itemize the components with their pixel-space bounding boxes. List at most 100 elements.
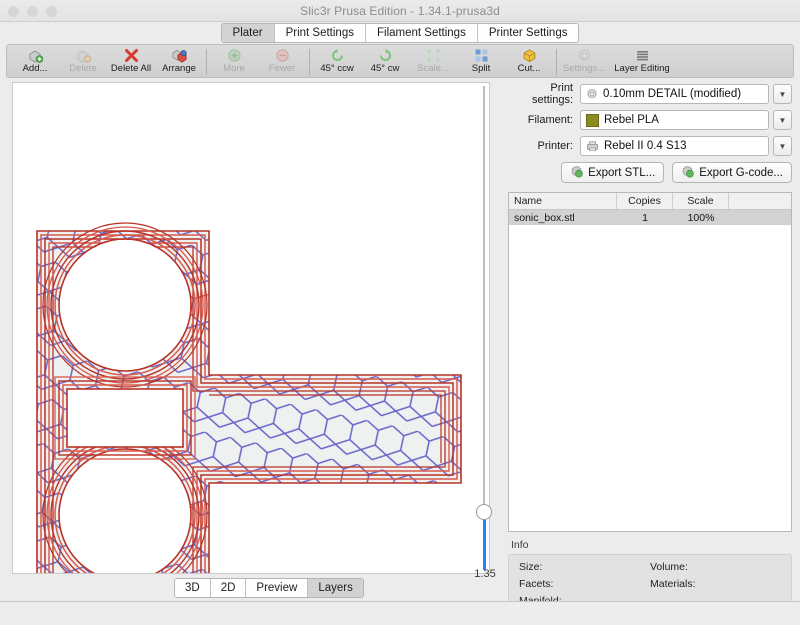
tab-print-settings[interactable]: Print Settings (275, 24, 366, 42)
layer-slider-handle[interactable] (476, 504, 492, 520)
plus-circle-icon (227, 48, 242, 63)
view-mode-tabs: 3D 2D Preview Layers (174, 578, 364, 598)
toolbar-split-button[interactable]: Split (457, 47, 505, 77)
toolbar-scale-button[interactable]: Scale... (409, 47, 457, 77)
toolbar-rotate-cw-label: 45° cw (371, 64, 400, 74)
column-header-name[interactable]: Name (509, 193, 617, 209)
column-header-scale[interactable]: Scale (673, 193, 729, 209)
tab-filament-settings[interactable]: Filament Settings (366, 24, 478, 42)
toolbar-fewer-label: Fewer (269, 64, 295, 74)
print-settings-row: Print settings: 0.10mm DETAIL (modified)… (508, 84, 792, 104)
plater-toolbar: Add... Delete Delete All (6, 44, 794, 78)
object-list[interactable]: Name Copies Scale sonic_box.stl 1 100% (508, 192, 792, 532)
toolbar-separator-1 (206, 49, 207, 75)
toolbar-add-label: Add... (23, 64, 48, 74)
export-stl-button[interactable]: Export STL... (561, 162, 664, 183)
export-stl-icon (570, 165, 583, 181)
close-button[interactable] (8, 6, 19, 17)
toolbar-cut-button[interactable]: Cut... (505, 47, 553, 77)
view-tab-layers[interactable]: Layers (308, 579, 363, 597)
printer-row: Printer: Rebel II 0.4 S13 ▼ (508, 136, 792, 156)
tab-printer-settings[interactable]: Printer Settings (478, 24, 579, 42)
minimize-button[interactable] (27, 6, 38, 17)
cut-icon (522, 48, 537, 63)
object-scale-cell: 100% (673, 210, 729, 225)
rotate-ccw-icon (330, 48, 345, 63)
gear-icon (577, 48, 592, 63)
info-volume-label: Volume: (650, 561, 781, 578)
toolbar-rotate-ccw-button[interactable]: 45° ccw (313, 47, 361, 77)
printer-combo[interactable]: Rebel II 0.4 S13 (580, 136, 769, 156)
filament-value: Rebel PLA (604, 114, 659, 126)
printer-value: Rebel II 0.4 S13 (604, 140, 686, 152)
export-gcode-label: Export G-code... (699, 167, 783, 179)
right-panel: Print settings: 0.10mm DETAIL (modified)… (508, 84, 792, 616)
info-materials-label: Materials: (650, 578, 781, 595)
toolbar-rotate-cw-button[interactable]: 45° cw (361, 47, 409, 77)
status-bar (0, 601, 800, 625)
layer-slider[interactable]: 1.35 (476, 86, 492, 556)
table-row[interactable]: sonic_box.stl 1 100% (509, 210, 791, 225)
info-size-label: Size: (519, 561, 650, 578)
delete-all-icon (124, 48, 139, 63)
delete-object-icon (76, 48, 91, 63)
layers-icon (635, 48, 650, 63)
zoom-button[interactable] (46, 6, 57, 17)
export-button-row: Export STL... Export G-code... (508, 162, 792, 183)
toolbar-cut-label: Cut... (518, 64, 541, 74)
object-copies-cell: 1 (617, 210, 673, 225)
main-tabstrip: Plater Print Settings Filament Settings … (0, 22, 800, 44)
rotate-cw-icon (378, 48, 393, 63)
hole-interiors (60, 240, 190, 573)
export-gcode-button[interactable]: Export G-code... (672, 162, 792, 183)
toolbar-separator-3 (556, 49, 557, 75)
toolbar-settings-label: Settings... (563, 64, 605, 74)
export-stl-label: Export STL... (588, 167, 655, 179)
gcode-toolpath-svg (13, 83, 489, 573)
print-settings-value: 0.10mm DETAIL (modified) (603, 88, 741, 100)
add-object-icon (28, 48, 43, 63)
filament-combo[interactable]: Rebel PLA (580, 110, 769, 130)
view-tab-3d[interactable]: 3D (175, 579, 211, 597)
toolbar-delete-all-button[interactable]: Delete All (107, 47, 155, 77)
toolbar-rotate-ccw-label: 45° ccw (320, 64, 353, 74)
layer-slider-track[interactable] (483, 86, 485, 526)
print-settings-label: Print settings: (508, 82, 580, 106)
toolbar-arrange-label: Arrange (162, 64, 196, 74)
toolbar-fewer-button[interactable]: Fewer (258, 47, 306, 77)
tab-plater[interactable]: Plater (222, 24, 275, 42)
column-header-copies[interactable]: Copies (617, 193, 673, 209)
minus-circle-icon (275, 48, 290, 63)
print-settings-dropdown-button[interactable]: ▼ (773, 84, 792, 104)
filament-row: Filament: Rebel PLA ▼ (508, 110, 792, 130)
toolbar-layer-editing-button[interactable]: Layer Editing (608, 47, 676, 77)
toolbar-separator-2 (309, 49, 310, 75)
toolbar-delete-button[interactable]: Delete (59, 47, 107, 77)
print-preset-gear-icon (586, 88, 598, 100)
toolbar-delete-label: Delete (69, 64, 96, 74)
view-tab-preview[interactable]: Preview (246, 579, 308, 597)
layer-preview-canvas[interactable] (12, 82, 490, 574)
view-tab-2d[interactable]: 2D (211, 579, 247, 597)
toolbar-arrange-button[interactable]: Arrange (155, 47, 203, 77)
info-section-title: Info (508, 539, 792, 551)
filament-dropdown-button[interactable]: ▼ (773, 110, 792, 130)
main-tabs: Plater Print Settings Filament Settings … (221, 23, 580, 43)
print-settings-combo[interactable]: 0.10mm DETAIL (modified) (580, 84, 769, 104)
object-list-header: Name Copies Scale (509, 193, 791, 210)
column-header-filler (729, 193, 791, 209)
toolbar-more-label: More (223, 64, 245, 74)
object-filler-cell (729, 210, 791, 225)
window-controls[interactable] (8, 6, 57, 17)
split-icon (474, 48, 489, 63)
toolbar-add-button[interactable]: Add... (11, 47, 59, 77)
layer-slider-value: 1.35 (464, 568, 506, 580)
printer-dropdown-button[interactable]: ▼ (773, 136, 792, 156)
chevron-down-icon: ▼ (779, 116, 787, 125)
toolbar-settings-button[interactable]: Settings... (560, 47, 608, 77)
toolbar-more-button[interactable]: More (210, 47, 258, 77)
layer-slider-fill (483, 518, 486, 570)
title-bar: Slic3r Prusa Edition - 1.34.1-prusa3d (0, 0, 800, 22)
export-gcode-icon (681, 165, 694, 181)
scale-icon (426, 48, 441, 63)
